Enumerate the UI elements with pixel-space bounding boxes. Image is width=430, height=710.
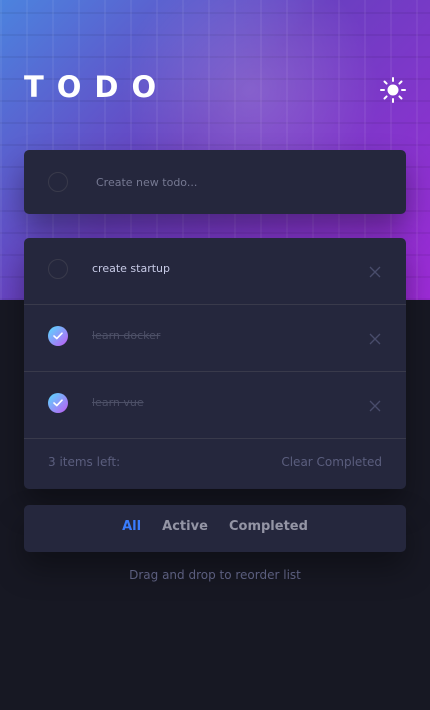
todo-item[interactable]: learn docker — [24, 305, 406, 372]
todo-list: create startup learn docker learn vue 3 … — [24, 238, 406, 489]
reorder-hint: Drag and drop to reorder list — [129, 568, 301, 582]
todo-item[interactable]: learn vue — [24, 372, 406, 439]
checkbox-icon[interactable] — [48, 259, 68, 279]
todo-text: learn vue — [92, 396, 144, 409]
filter-active[interactable]: Active — [162, 519, 208, 534]
new-todo-circle-icon[interactable] — [48, 172, 68, 192]
app-title: TODO — [24, 70, 170, 104]
todo-text: create startup — [92, 262, 170, 275]
sun-icon[interactable] — [379, 76, 407, 104]
filter-all[interactable]: All — [122, 519, 141, 534]
todo-text: learn docker — [92, 329, 161, 342]
checkmark-icon[interactable] — [48, 393, 68, 413]
todo-item[interactable]: create startup — [24, 238, 406, 305]
clear-completed-button[interactable]: Clear Completed — [281, 455, 382, 469]
items-left-count: 3 items left: — [48, 455, 121, 469]
new-todo-card — [24, 150, 406, 214]
close-icon[interactable] — [369, 263, 381, 278]
filter-completed[interactable]: Completed — [229, 519, 308, 534]
list-footer: 3 items left: Clear Completed — [24, 439, 406, 489]
close-icon[interactable] — [369, 397, 381, 412]
checkmark-icon[interactable] — [48, 326, 68, 346]
new-todo-input[interactable] — [90, 170, 392, 194]
filter-bar: All Active Completed — [24, 505, 406, 552]
close-icon[interactable] — [369, 330, 381, 345]
